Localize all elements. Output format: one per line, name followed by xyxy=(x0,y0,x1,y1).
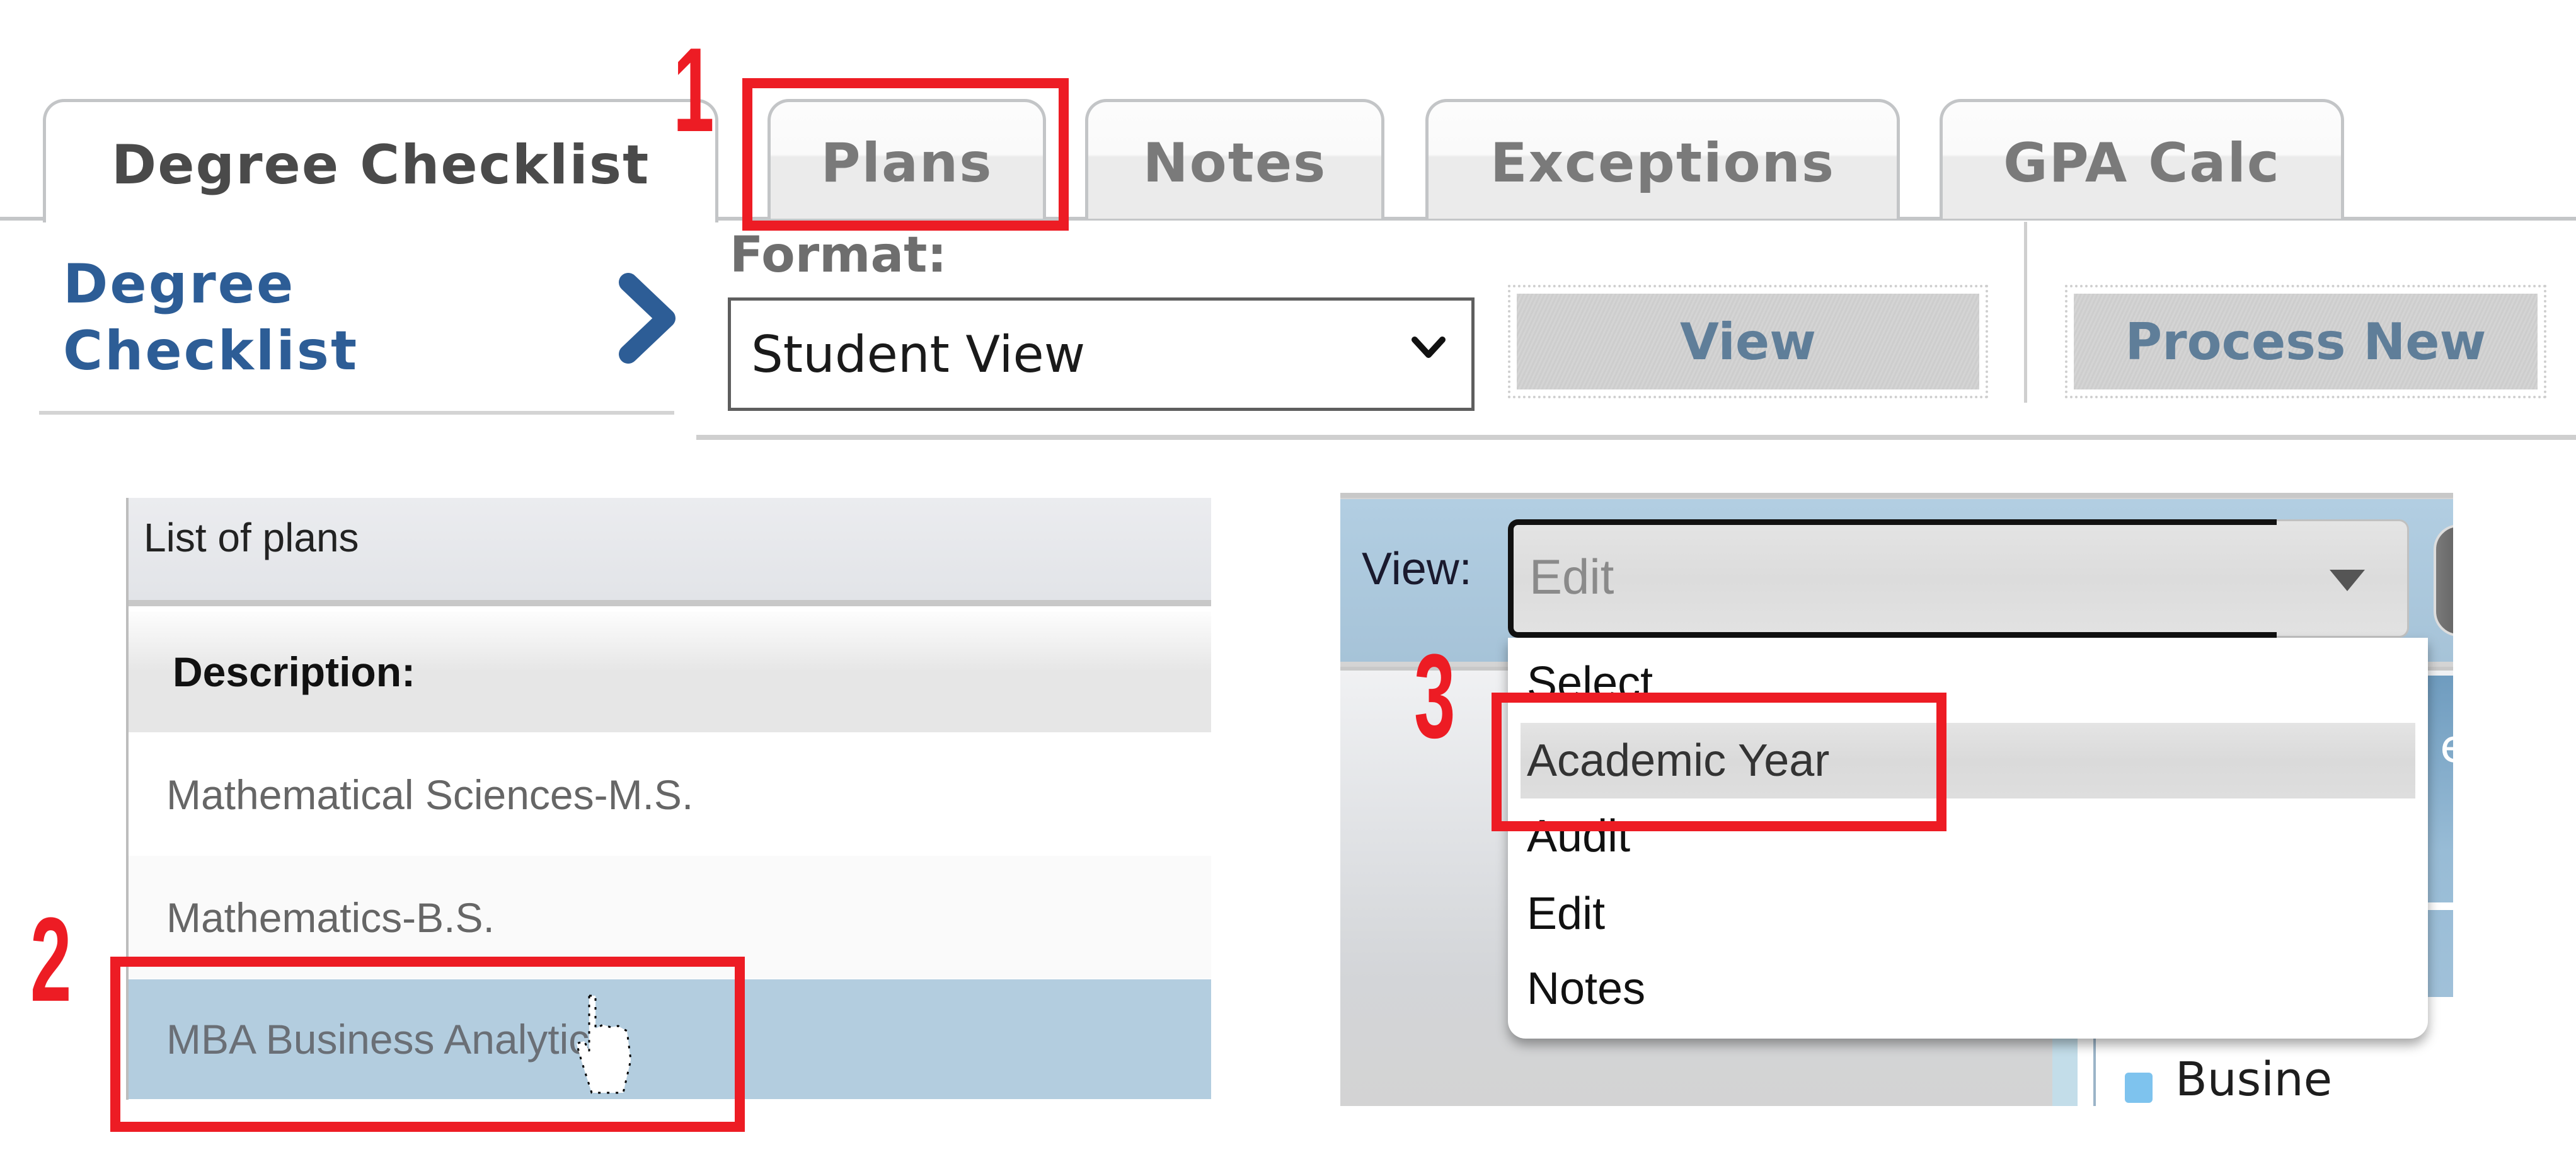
tab-label: Degree Checklist xyxy=(111,133,650,197)
tab-label: Notes xyxy=(1142,131,1327,195)
chevron-down-icon xyxy=(1412,337,1446,358)
view-select-focus-ring xyxy=(1508,519,2277,638)
dropdown-option-edit[interactable]: Edit xyxy=(1521,876,2415,952)
toolbar-bottom-divider xyxy=(696,435,2576,440)
tab-gpa-calc[interactable]: GPA Calc xyxy=(1940,99,2344,219)
annotation-box-mba-row xyxy=(110,957,745,1132)
tab-exceptions[interactable]: Exceptions xyxy=(1425,99,1900,219)
format-select[interactable]: Student View xyxy=(728,297,1475,411)
background-header-text-fragment: e xyxy=(2440,720,2453,773)
tab-label: Exceptions xyxy=(1490,131,1836,195)
toolbar-divider xyxy=(2024,222,2027,403)
sidebar-degree-checklist-link[interactable]: Degree Checklist xyxy=(63,251,359,384)
annotation-number-3: 3 xyxy=(1414,630,1456,763)
format-select-value: Student View xyxy=(751,325,1086,384)
annotation-number-1: 1 xyxy=(673,23,715,157)
view-select-value: Edit xyxy=(1529,549,1614,604)
tab-degree-checklist[interactable]: Degree Checklist xyxy=(43,99,718,222)
view-button[interactable]: View xyxy=(1508,285,1988,398)
annotation-box-plans-tab xyxy=(742,78,1069,231)
annotation-number-2: 2 xyxy=(30,893,72,1027)
chevron-right-icon[interactable] xyxy=(614,271,684,366)
view-label: View: xyxy=(1362,544,1472,594)
process-new-button-label: Process New xyxy=(2074,294,2538,389)
view-button-label: View xyxy=(1517,294,1979,389)
process-new-button[interactable]: Process New xyxy=(2065,285,2546,398)
plans-list-caption: List of plans xyxy=(129,498,1211,606)
tab-notes[interactable]: Notes xyxy=(1085,99,1384,219)
sidebar-title-line1: Degree xyxy=(63,253,296,316)
sidebar-divider xyxy=(39,411,674,415)
view-panel-top-border xyxy=(1340,493,2453,498)
format-label: Format: xyxy=(730,227,947,284)
annotation-box-academic-year xyxy=(1492,693,1946,831)
dropdown-option-notes[interactable]: Notes xyxy=(1521,951,2415,1027)
plan-description: Mathematics-B.S. xyxy=(166,894,495,941)
go-button[interactable] xyxy=(2434,524,2453,637)
tab-label: GPA Calc xyxy=(2003,131,2280,195)
plans-list-caption-text: List of plans xyxy=(144,515,359,560)
sidebar-title-line2: Checklist xyxy=(63,320,359,383)
plan-row[interactable]: Mathematical Sciences-M.S. xyxy=(129,733,1211,856)
expand-icon[interactable] xyxy=(2125,1073,2153,1103)
description-column-header: Description: xyxy=(129,611,1211,732)
dropdown-arrow-icon[interactable] xyxy=(2330,570,2365,591)
plan-description: Mathematical Sciences-M.S. xyxy=(166,771,694,818)
background-tree-item[interactable]: Busine xyxy=(2175,1052,2332,1106)
